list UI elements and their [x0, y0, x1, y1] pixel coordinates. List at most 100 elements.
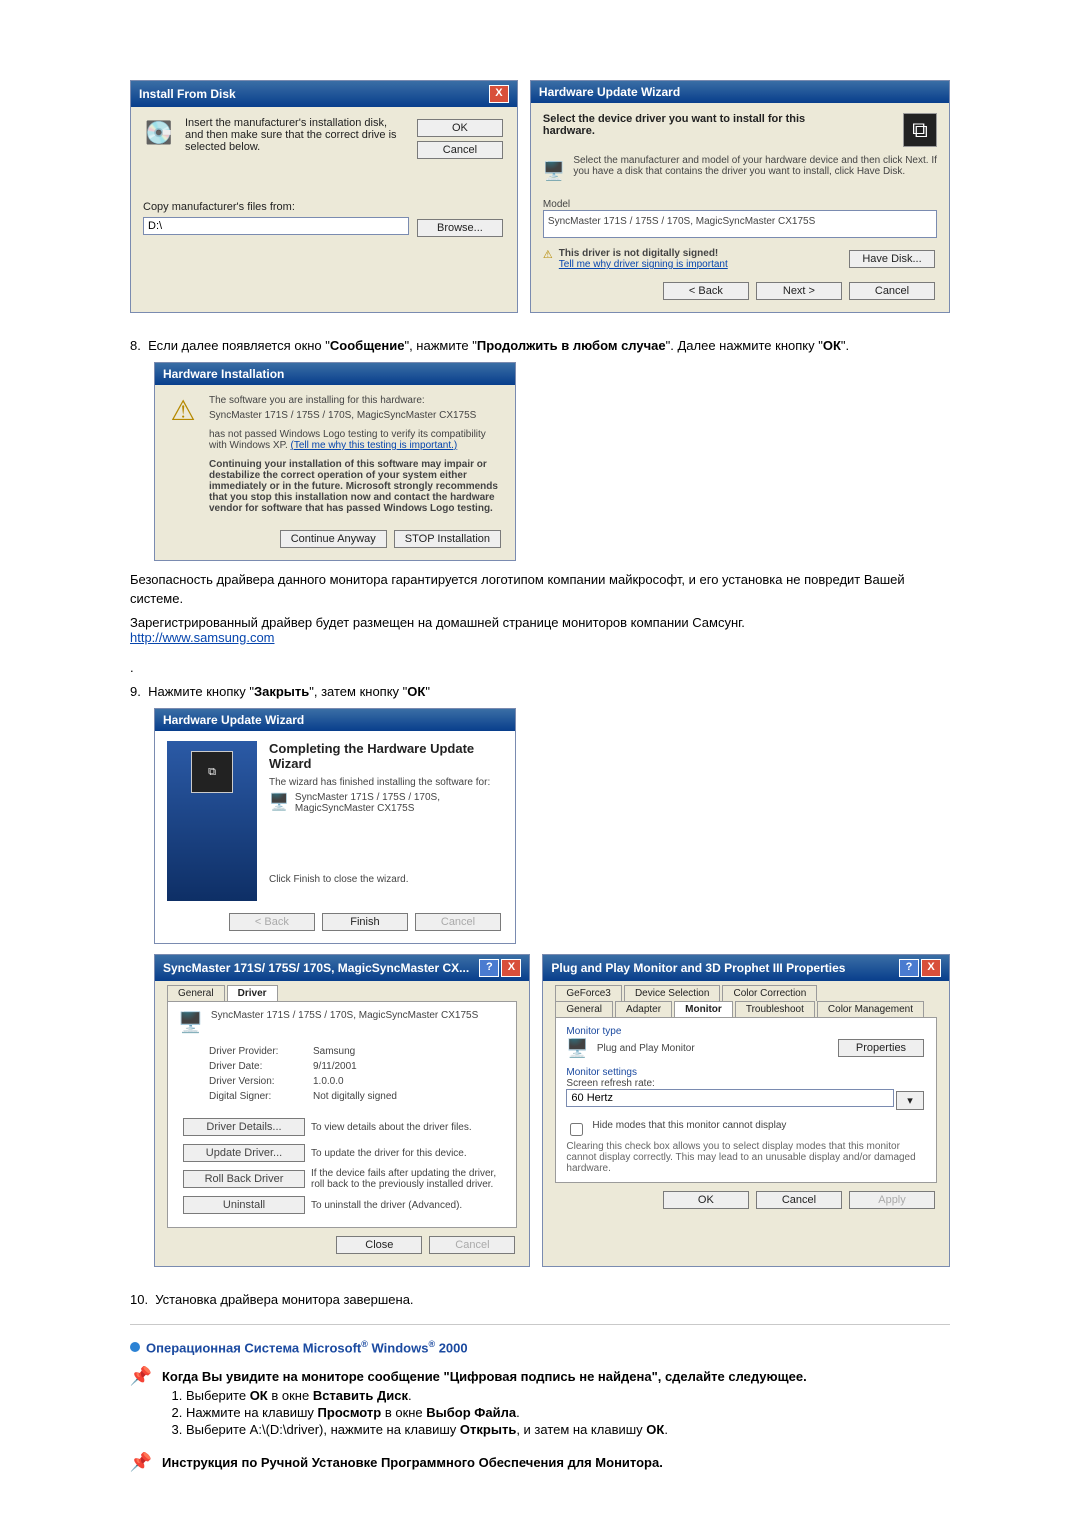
monitor-icon: 🖥️	[566, 1038, 588, 1059]
install-instruction: Insert the manufacturer's installation d…	[185, 117, 405, 153]
signer-value: Not digitally signed	[312, 1090, 398, 1103]
tab-troubleshoot[interactable]: Troubleshoot	[735, 1001, 815, 1017]
next-button[interactable]: Next >	[756, 282, 842, 300]
model-label: Model	[543, 199, 937, 210]
tab-adapter[interactable]: Adapter	[615, 1001, 672, 1017]
warning-icon: ⚠	[543, 248, 553, 270]
installing-line: The software you are installing for this…	[209, 395, 503, 406]
driver-properties-dialog: SyncMaster 171S/ 175S/ 170S, MagicSyncMa…	[154, 954, 530, 1267]
date-label: Driver Date:	[208, 1060, 310, 1073]
path-input[interactable]	[143, 217, 409, 235]
disk-icon: 💽	[143, 117, 175, 149]
tab-color-management[interactable]: Color Management	[817, 1001, 924, 1017]
logo-test-link[interactable]: (Tell me why this testing is important.)	[291, 440, 458, 451]
ok-button[interactable]: OK	[417, 119, 503, 137]
unsigned-warning: This driver is not digitally signed!	[559, 248, 728, 259]
cancel-button: Cancel	[415, 913, 501, 931]
complete-device: SyncMaster 171S / 175S / 170S, MagicSync…	[295, 792, 503, 814]
bullet-icon	[130, 1342, 140, 1352]
version-label: Driver Version:	[208, 1075, 310, 1088]
stop-installation-button[interactable]: STOP Installation	[394, 530, 501, 548]
model-list[interactable]: SyncMaster 171S / 175S / 170S, MagicSync…	[543, 210, 937, 238]
signing-info-link[interactable]: Tell me why driver signing is important	[559, 259, 728, 270]
dialog-title: Install From Disk	[139, 87, 236, 101]
hardware-update-wizard-select-dialog: Hardware Update Wizard Select the device…	[530, 80, 950, 313]
monitor-icon: 🖥️	[178, 1010, 203, 1035]
hide-modes-checkbox[interactable]	[570, 1123, 583, 1136]
samsung-link[interactable]: http://www.samsung.com	[130, 630, 275, 645]
dialog-title: Hardware Update Wizard	[163, 713, 304, 727]
section-win2000-heading: Операционная Система Microsoft® Windows®…	[130, 1339, 950, 1355]
complete-line2: Click Finish to close the wizard.	[269, 874, 503, 885]
win2000-sub2: Инструкция по Ручной Установке Программн…	[162, 1455, 663, 1470]
update-driver-text: To update the driver for this device.	[310, 1141, 504, 1165]
hide-modes-hint: Clearing this check box allows you to se…	[566, 1141, 926, 1174]
dialog-title: Hardware Installation	[163, 367, 284, 381]
update-driver-button[interactable]: Update Driver...	[183, 1144, 305, 1162]
win2000-sub1: Когда Вы увидите на мониторе сообщение "…	[162, 1369, 950, 1384]
finish-button[interactable]: Finish	[322, 913, 408, 931]
tab-monitor[interactable]: Monitor	[674, 1001, 733, 1017]
step-10-text: 10. Установка драйвера монитора завершен…	[130, 1291, 950, 1310]
properties-button[interactable]: Properties	[838, 1039, 924, 1057]
refresh-label: Screen refresh rate:	[566, 1078, 926, 1089]
ok-button[interactable]: OK	[663, 1191, 749, 1209]
tab-general[interactable]: General	[555, 1001, 613, 1017]
cancel-button: Cancel	[429, 1236, 515, 1254]
back-button: < Back	[229, 913, 315, 931]
close-icon[interactable]: X	[489, 85, 509, 103]
cancel-button[interactable]: Cancel	[417, 141, 503, 159]
close-icon[interactable]: X	[501, 959, 521, 977]
close-button[interactable]: Close	[336, 1236, 422, 1254]
device-name: SyncMaster 171S / 175S / 170S, MagicSync…	[211, 1010, 478, 1035]
back-button[interactable]: < Back	[663, 282, 749, 300]
wizard-text: Select the manufacturer and model of you…	[573, 155, 937, 187]
install-from-disk-dialog: Install From Disk X 💽 Insert the manufac…	[130, 80, 518, 313]
model-item: SyncMaster 171S / 175S / 170S, MagicSync…	[548, 216, 815, 227]
rollback-driver-button[interactable]: Roll Back Driver	[183, 1170, 305, 1188]
tab-general[interactable]: General	[167, 985, 225, 1001]
list-item: Выберите A:\(D:\driver), нажмите на клав…	[186, 1422, 950, 1437]
refresh-select[interactable]	[566, 1089, 894, 1107]
have-disk-button[interactable]: Have Disk...	[849, 250, 935, 268]
chevron-down-icon[interactable]: ▾	[896, 1091, 924, 1110]
complete-heading: Completing the Hardware Update Wizard	[269, 741, 503, 771]
wizard-art-icon: ⧉	[191, 751, 233, 793]
pin-icon: 📌	[130, 1451, 152, 1473]
dialog-title: Hardware Update Wizard	[539, 85, 680, 99]
pin-icon: 📌	[130, 1365, 152, 1387]
tab-color-correction[interactable]: Color Correction	[722, 985, 817, 1001]
cancel-button[interactable]: Cancel	[849, 282, 935, 300]
copy-from-label: Copy manufacturer's files from:	[143, 201, 505, 213]
tab-driver[interactable]: Driver	[227, 985, 278, 1001]
strong-warning: Continuing your installation of this sof…	[209, 459, 503, 514]
help-icon[interactable]: ?	[479, 959, 499, 977]
tab-device-selection[interactable]: Device Selection	[624, 985, 720, 1001]
driver-details-button[interactable]: Driver Details...	[183, 1118, 305, 1136]
step-8-text: 8. Если далее появляется окно "Сообщение…	[130, 337, 950, 356]
close-icon[interactable]: X	[921, 959, 941, 977]
step-8-followup-2: Зарегистрированный драйвер будет размеще…	[130, 615, 950, 630]
complete-line1: The wizard has finished installing the s…	[269, 777, 503, 788]
provider-label: Driver Provider:	[208, 1045, 310, 1058]
rollback-driver-text: If the device fails after updating the d…	[310, 1167, 504, 1191]
monitor-settings-label: Monitor settings	[566, 1067, 926, 1078]
warning-icon: ⚠	[167, 395, 199, 427]
provider-value: Samsung	[312, 1045, 398, 1058]
dialog-title: Plug and Play Monitor and 3D Prophet III…	[551, 961, 845, 975]
monitor-icon: 🖥️	[269, 792, 289, 814]
hardware-installation-dialog: Hardware Installation ⚠ The software you…	[154, 362, 516, 561]
help-icon[interactable]: ?	[899, 959, 919, 977]
list-item: Выберите ОК в окне Вставить Диск.	[186, 1388, 950, 1403]
continue-anyway-button[interactable]: Continue Anyway	[280, 530, 387, 548]
monitor-type-value: Plug and Play Monitor	[597, 1043, 695, 1054]
tab-geforce3[interactable]: GeForce3	[555, 985, 621, 1001]
uninstall-button[interactable]: Uninstall	[183, 1196, 305, 1214]
apply-button: Apply	[849, 1191, 935, 1209]
device-icon: ⧉	[903, 113, 937, 147]
monitor-icon: 🖥️	[543, 155, 565, 187]
cancel-button[interactable]: Cancel	[756, 1191, 842, 1209]
browse-button[interactable]: Browse...	[417, 219, 503, 237]
step-9-text: 9. Нажмите кнопку "Закрыть", затем кнопк…	[130, 683, 950, 702]
hardware-update-wizard-complete-dialog: Hardware Update Wizard ⧉ Completing the …	[154, 708, 516, 944]
